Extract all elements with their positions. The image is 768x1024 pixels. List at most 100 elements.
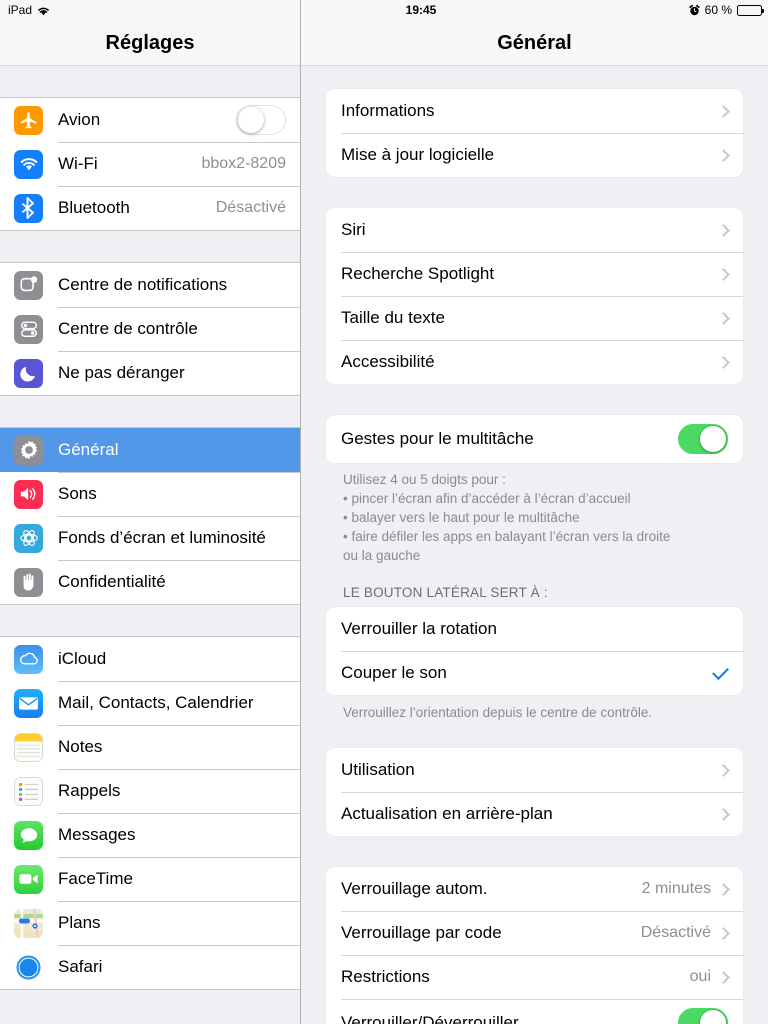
multitasking-footnote: Utilisez 4 ou 5 doigts pour : • pincer l…: [326, 463, 743, 565]
row-verrouiller-la-rotation[interactable]: Verrouiller la rotation: [326, 607, 743, 651]
sidebar-item-avion[interactable]: Avion: [0, 98, 300, 142]
row-label: Accessibilité: [341, 352, 435, 371]
row-verrouillage-par-code[interactable]: Verrouillage par code Désactivé: [326, 911, 743, 955]
row-label: Verrouiller la rotation: [341, 619, 497, 638]
sidebar-item-label: Safari: [58, 957, 103, 976]
wifi-tile-icon: [14, 149, 43, 179]
card-bouton-lateral: Verrouiller la rotation Couper le son: [326, 607, 743, 695]
sidebar-scroll[interactable]: Avion Wi-Fi bbox2-8209 Bluetooth Désacti…: [0, 66, 300, 1024]
row-label: Couper le son: [341, 663, 447, 682]
sidebar-item-label: Mail, Contacts, Calendrier: [58, 693, 254, 712]
sidebar-item-sons[interactable]: Sons: [0, 472, 300, 516]
main-scroll[interactable]: Informations Mise à jour logicielle Siri…: [301, 66, 768, 1024]
sidebar-item-label: iCloud: [58, 649, 107, 668]
bouton-lateral-footnote: Verrouillez l’orientation depuis le cent…: [343, 705, 653, 720]
row-label: Siri: [341, 220, 366, 239]
row-gestes-pour-le-multitache[interactable]: Gestes pour le multitâche: [326, 415, 743, 463]
sidebar-item-label: Wi-Fi: [58, 154, 98, 173]
icloud-icon: [14, 644, 43, 674]
row-label: Mise à jour logicielle: [341, 145, 495, 164]
sidebar-item-ne-pas-deranger[interactable]: Ne pas déranger: [0, 351, 300, 395]
card-gestes-multitache: Gestes pour le multitâche: [326, 415, 743, 463]
row-couper-le-son[interactable]: Couper le son: [326, 651, 743, 695]
avion-toggle-wrap: [236, 105, 286, 135]
sidebar-item-label: Centre de notifications: [58, 275, 228, 294]
row-utilisation[interactable]: Utilisation: [326, 748, 743, 792]
sidebar-title: Réglages: [105, 32, 195, 54]
sidebar-item-label: Messages: [58, 825, 136, 844]
row-restrictions[interactable]: Restrictions oui: [326, 955, 743, 999]
sidebar-group-apps: iCloud Mail, Contacts, Calendrier Notes …: [0, 636, 300, 990]
sidebar-item-icloud[interactable]: iCloud: [0, 637, 300, 681]
row-accessibilite[interactable]: Accessibilité: [326, 340, 743, 384]
sidebar-item-label: Fonds d’écran et luminosité: [58, 528, 266, 547]
chevron-right-icon: [717, 355, 730, 369]
sidebar-item-general[interactable]: Général: [0, 428, 300, 472]
privacy-hand-icon: [14, 567, 43, 597]
chevron-right-icon: [717, 807, 730, 821]
row-verrouillage-autom[interactable]: Verrouillage autom. 2 minutes: [326, 867, 743, 911]
bluetooth-status-value: Désactivé: [215, 199, 286, 216]
checkmark-icon: [712, 662, 729, 680]
row-label: Verrouiller/Déverrouiller: [341, 1013, 519, 1024]
lock-unlock-toggle[interactable]: [678, 1008, 728, 1024]
sidebar-item-bluetooth[interactable]: Bluetooth Désactivé: [0, 186, 300, 230]
sidebar-item-rappels[interactable]: Rappels: [0, 769, 300, 813]
chevron-right-icon: [717, 763, 730, 777]
row-verrouiller-deverrouiller[interactable]: Verrouiller/Déverrouiller: [326, 999, 743, 1024]
row-informations[interactable]: Informations: [326, 89, 743, 133]
sidebar-item-label: Confidentialité: [58, 572, 166, 591]
sidebar-group-connectivity: Avion Wi-Fi bbox2-8209 Bluetooth Désacti…: [0, 97, 300, 231]
gear-icon: [14, 435, 43, 465]
do-not-disturb-icon: [14, 358, 43, 388]
card-verrouillage: Verrouillage autom. 2 minutes Verrouilla…: [326, 867, 743, 1024]
sidebar-item-label: Rappels: [58, 781, 121, 800]
row-value: oui: [689, 968, 711, 985]
sidebar-item-centre-de-controle[interactable]: Centre de contrôle: [0, 307, 300, 351]
sidebar-item-messages[interactable]: Messages: [0, 813, 300, 857]
sidebar-item-plans[interactable]: Plans: [0, 901, 300, 945]
sidebar-gap-1: [0, 231, 300, 262]
sidebar-item-notes[interactable]: Notes: [0, 725, 300, 769]
sidebar-item-label: Centre de contrôle: [58, 319, 198, 338]
row-taille-du-texte[interactable]: Taille du texte: [326, 296, 743, 340]
airplane-icon: [14, 105, 43, 135]
sidebar-item-safari[interactable]: Safari: [0, 945, 300, 989]
sidebar-item-label: Avion: [58, 110, 101, 129]
row-actualisation-en-arriere-plan[interactable]: Actualisation en arrière-plan: [326, 792, 743, 836]
chevron-right-icon: [717, 148, 730, 162]
row-label: Informations: [341, 101, 435, 120]
chevron-right-icon: [717, 970, 730, 984]
multitasking-gestures-toggle[interactable]: [678, 424, 728, 454]
avion-toggle[interactable]: [236, 105, 286, 135]
row-label: Verrouillage autom.: [341, 879, 488, 898]
sidebar-item-fonds-decran[interactable]: Fonds d’écran et luminosité: [0, 516, 300, 560]
sidebar-item-label: FaceTime: [58, 869, 133, 888]
row-mise-a-jour-logicielle[interactable]: Mise à jour logicielle: [326, 133, 743, 177]
sidebar-item-confidentialite[interactable]: Confidentialité: [0, 560, 300, 604]
sidebar-item-centre-de-notifications[interactable]: Centre de notifications: [0, 263, 300, 307]
row-value: 2 minutes: [641, 880, 711, 897]
bluetooth-icon: [14, 193, 43, 223]
row-siri[interactable]: Siri: [326, 208, 743, 252]
sidebar-item-label: Bluetooth: [58, 198, 130, 217]
facetime-icon: [14, 864, 43, 894]
footnote-line: • balayer vers le haut pour le multitâch…: [343, 510, 580, 525]
sidebar-item-mail-contacts-calendrier[interactable]: Mail, Contacts, Calendrier: [0, 681, 300, 725]
sidebar-header: Réglages: [0, 0, 300, 66]
sidebar-item-label: Ne pas déranger: [58, 363, 185, 382]
sidebar-gap-3: [0, 605, 300, 636]
sidebar-gap-4: [0, 990, 300, 1021]
wifi-network-value: bbox2-8209: [201, 155, 286, 172]
sidebar-item-label: Plans: [58, 913, 101, 932]
settings-sidebar: Réglages Avion Wi-Fi bbox2-8209 Bluetoot…: [0, 0, 301, 1024]
chevron-right-icon: [717, 926, 730, 940]
row-label: Restrictions: [341, 967, 430, 986]
sidebar-item-facetime[interactable]: FaceTime: [0, 857, 300, 901]
sidebar-item-wifi[interactable]: Wi-Fi bbox2-8209: [0, 142, 300, 186]
row-recherche-spotlight[interactable]: Recherche Spotlight: [326, 252, 743, 296]
